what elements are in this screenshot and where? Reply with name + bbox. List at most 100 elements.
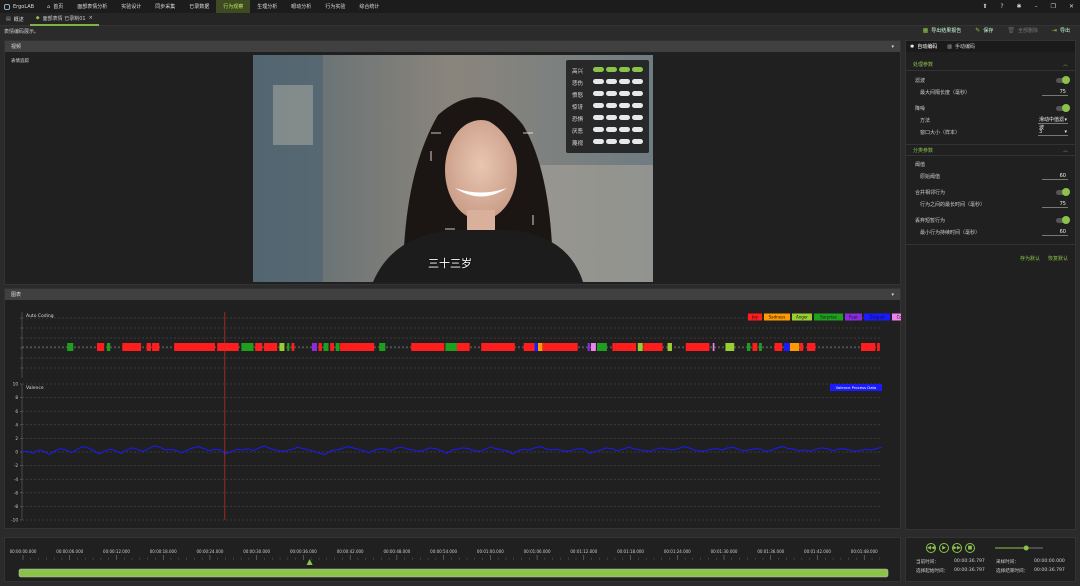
restore-default-link[interactable]: 恢复默认 bbox=[1048, 255, 1068, 262]
coding-segment bbox=[637, 343, 643, 351]
legend-label: Fear bbox=[849, 315, 858, 320]
coding-segment bbox=[323, 343, 329, 351]
stop-icon[interactable]: ■ bbox=[965, 543, 975, 553]
menu-item-5[interactable]: 行为观察 bbox=[216, 0, 251, 13]
timeline-tick-label: 00:01:12.000 bbox=[570, 549, 597, 554]
threshold-row: 阈值 bbox=[906, 158, 1075, 170]
tab-manual-coding[interactable]: ▥ 手动编码 bbox=[947, 43, 975, 51]
help-icon[interactable]: ? bbox=[1000, 3, 1003, 10]
merge-toggle[interactable] bbox=[1056, 187, 1070, 196]
maximize-icon[interactable]: ❐ bbox=[1051, 3, 1056, 10]
save-button[interactable]: ✎ 保存 bbox=[975, 27, 993, 34]
delete-all-button[interactable]: 🗑 全部删除 bbox=[1007, 27, 1038, 34]
legend-label: Disgust bbox=[869, 315, 884, 320]
coding-segment bbox=[538, 343, 543, 351]
chart-icon: ▦ bbox=[922, 27, 929, 34]
window-select[interactable]: 3 ▾ bbox=[1038, 128, 1068, 136]
chevron-down-icon: ▾ bbox=[1064, 117, 1067, 123]
menu-item-0[interactable]: ⌂ 首页 bbox=[40, 0, 70, 13]
min-duration-row: 最小行为持续时间（毫秒） 60 bbox=[906, 226, 1075, 238]
rewind-icon[interactable]: ◀◀ bbox=[926, 543, 936, 553]
export-button[interactable]: ⇥ 导出 bbox=[1052, 27, 1070, 34]
menu-item-9[interactable]: 综合统计 bbox=[352, 0, 386, 13]
discard-toggle[interactable] bbox=[1056, 215, 1070, 224]
level-pill bbox=[593, 115, 604, 120]
overview-icon: ▤ bbox=[6, 16, 11, 22]
menu-item-1[interactable]: 面部表情分析 bbox=[70, 0, 114, 13]
level-pill bbox=[606, 79, 617, 84]
coding-segment bbox=[612, 343, 616, 351]
processing-section[interactable]: 处理参数 ︿ bbox=[906, 59, 1075, 71]
merge-gap-input[interactable]: 75 bbox=[1042, 200, 1068, 208]
y-tick-label: 0 bbox=[15, 450, 18, 455]
coding-segment bbox=[807, 343, 816, 351]
y-tick-label: 8 bbox=[15, 395, 18, 400]
timeline-tick-label: 00:01:36.000 bbox=[757, 549, 784, 554]
pin-icon[interactable]: ⬆ bbox=[982, 3, 987, 10]
chevron-down-icon: ▾ bbox=[1064, 129, 1067, 135]
level-pill bbox=[619, 67, 630, 72]
export-label: 导出 bbox=[1059, 28, 1070, 34]
menu-item-2[interactable]: 实验设计 bbox=[114, 0, 148, 13]
coding-segment bbox=[685, 343, 710, 351]
coding-segment bbox=[340, 343, 375, 351]
tab-label: 手动编码 bbox=[954, 44, 975, 50]
menu-item-6[interactable]: 生理分析 bbox=[250, 0, 284, 13]
forward-icon[interactable]: ▶▶ bbox=[952, 543, 962, 553]
default-actions: 存为默认 恢复默认 bbox=[906, 244, 1075, 262]
timeline-svg[interactable]: 00:00:00.000 00:00:06.000 00:00:12.000 00:0… bbox=[5, 538, 902, 583]
coding-segment bbox=[590, 343, 596, 351]
gear-icon: ✱ bbox=[910, 43, 915, 50]
chevron-up-icon[interactable]: ︿ bbox=[1063, 147, 1068, 154]
legend-label: Surprise bbox=[820, 315, 837, 320]
play-icon[interactable]: ▶ bbox=[939, 543, 949, 553]
volume-slider[interactable] bbox=[995, 544, 1043, 552]
gear-icon[interactable]: ✱ bbox=[1017, 3, 1022, 10]
y-tick-label: 6 bbox=[15, 409, 18, 414]
method-select[interactable]: 滑动中值滤波 ▾ bbox=[1038, 116, 1068, 131]
close-icon[interactable]: ✕ bbox=[1069, 3, 1074, 10]
smooth-toggle[interactable] bbox=[1056, 103, 1070, 112]
classify-section[interactable]: 分类参数 ︿ bbox=[906, 144, 1075, 156]
filter-row: 滤波 bbox=[906, 74, 1075, 86]
coding-segment bbox=[481, 343, 515, 351]
min-duration-input[interactable]: 60 bbox=[1042, 228, 1068, 236]
legend-label: Anger bbox=[796, 315, 808, 320]
tab-auto-coding[interactable]: ✱ 自动编码 bbox=[910, 43, 937, 51]
start-time-value: 00:00:36.797 bbox=[954, 568, 985, 573]
video-panel-header[interactable]: 视频 ▾ bbox=[5, 41, 900, 52]
coding-segment bbox=[411, 343, 445, 351]
tab-label: 面部表情 已录制01 bbox=[42, 15, 86, 22]
menu-item-7[interactable]: 眼动分析 bbox=[284, 0, 318, 13]
menu-item-3[interactable]: 同步采集 bbox=[148, 0, 182, 13]
report-button[interactable]: ▦ 导出结果报告 bbox=[923, 27, 962, 34]
filter-label: 滤波 bbox=[915, 77, 926, 84]
chevron-up-icon[interactable]: ︿ bbox=[1063, 61, 1068, 68]
y-tick-label: 2 bbox=[15, 436, 18, 441]
emotion-level-bar bbox=[593, 103, 645, 110]
tab-overview[interactable]: ▤ 概述 bbox=[0, 13, 30, 26]
menu-item-4[interactable]: 已录数据 bbox=[182, 0, 216, 13]
menu-item-8[interactable]: 行为实验 bbox=[318, 0, 352, 13]
chart-panel-header[interactable]: 图表 ▾ bbox=[5, 289, 900, 300]
level-pill bbox=[606, 103, 617, 108]
report-label: 导出结果报告 bbox=[931, 28, 962, 34]
coding-segment bbox=[217, 343, 239, 351]
tab-close-icon[interactable]: × bbox=[89, 15, 93, 21]
chart-panel-title: 图表 bbox=[11, 292, 22, 298]
minimize-icon[interactable]: – bbox=[1035, 3, 1038, 10]
coding-segment bbox=[752, 343, 758, 351]
max-gap-input[interactable]: 75 bbox=[1042, 88, 1068, 96]
filter-toggle[interactable] bbox=[1056, 75, 1070, 84]
valence-line bbox=[21, 445, 883, 456]
chevron-down-icon[interactable]: ▾ bbox=[891, 44, 894, 50]
current-time-value: 00:00:36.797 bbox=[954, 559, 985, 564]
coding-segment bbox=[287, 343, 290, 351]
tab-facial-recording[interactable]: ◆ 面部表情 已录制01 × bbox=[29, 13, 99, 26]
level-pill bbox=[619, 127, 630, 132]
level-pill bbox=[606, 67, 617, 72]
level-pill bbox=[632, 79, 643, 84]
threshold-input[interactable]: 60 bbox=[1042, 172, 1068, 180]
chevron-down-icon[interactable]: ▾ bbox=[891, 292, 894, 298]
save-default-link[interactable]: 存为默认 bbox=[1020, 255, 1040, 262]
